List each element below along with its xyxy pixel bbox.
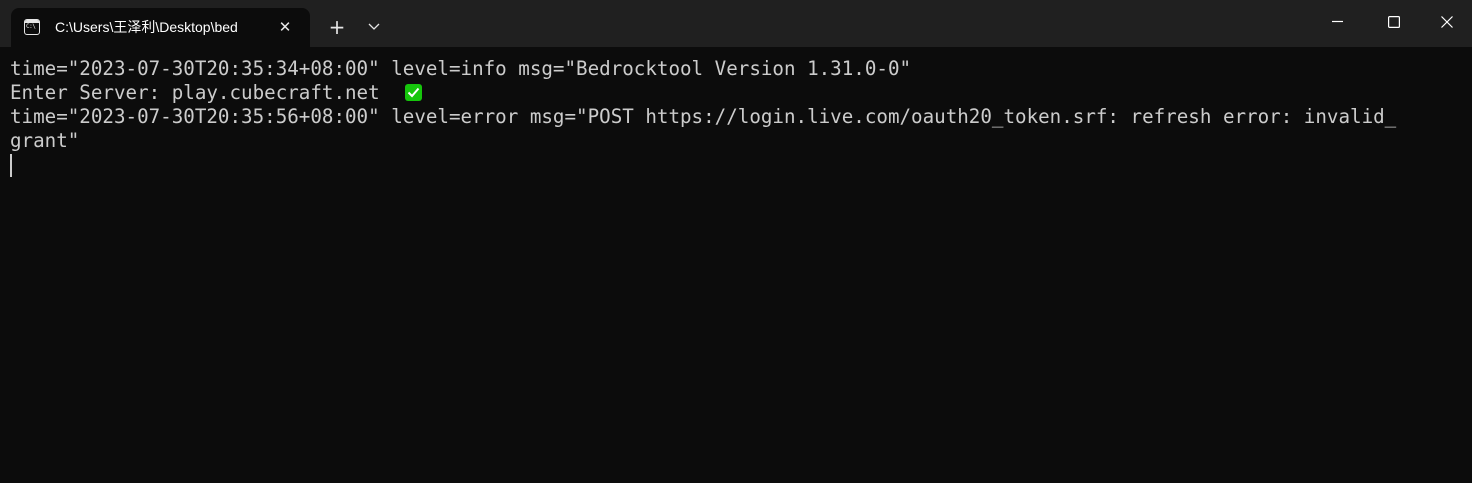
minimize-button[interactable] <box>1310 0 1366 44</box>
terminal-line-text: Enter Server: play.cubecraft.net <box>10 81 380 104</box>
tab-close-button[interactable]: ✕ <box>275 17 295 37</box>
text-cursor <box>10 154 12 177</box>
terminal-output[interactable]: time="2023-07-30T20:35:34+08:00" level=i… <box>0 47 1472 483</box>
terminal-line-with-check: Enter Server: play.cubecraft.net <box>10 81 422 105</box>
check-mark-icon <box>404 84 422 101</box>
terminal-icon: C:\ <box>24 19 40 35</box>
terminal-line: grant" <box>10 129 80 152</box>
maximize-icon <box>1388 16 1400 28</box>
tab-active[interactable]: C:\ C:\Users\王泽利\Desktop\bed ✕ <box>11 8 310 47</box>
close-icon <box>1441 16 1453 28</box>
chevron-down-icon <box>368 23 380 30</box>
tab-title: C:\Users\王泽利\Desktop\bed <box>55 19 238 35</box>
minimize-icon <box>1332 20 1343 23</box>
new-tab-button[interactable]: + <box>323 14 351 40</box>
terminal-line: time="2023-07-30T20:35:56+08:00" level=e… <box>10 105 1397 128</box>
title-bar: C:\ C:\Users\王泽利\Desktop\bed ✕ + <box>0 0 1472 47</box>
tab-dropdown-button[interactable] <box>362 14 386 40</box>
close-window-button[interactable] <box>1422 0 1472 44</box>
terminal-window: C:\ C:\Users\王泽利\Desktop\bed ✕ + time="2… <box>0 0 1472 483</box>
maximize-button[interactable] <box>1366 0 1422 44</box>
terminal-line: time="2023-07-30T20:35:34+08:00" level=i… <box>10 57 912 80</box>
